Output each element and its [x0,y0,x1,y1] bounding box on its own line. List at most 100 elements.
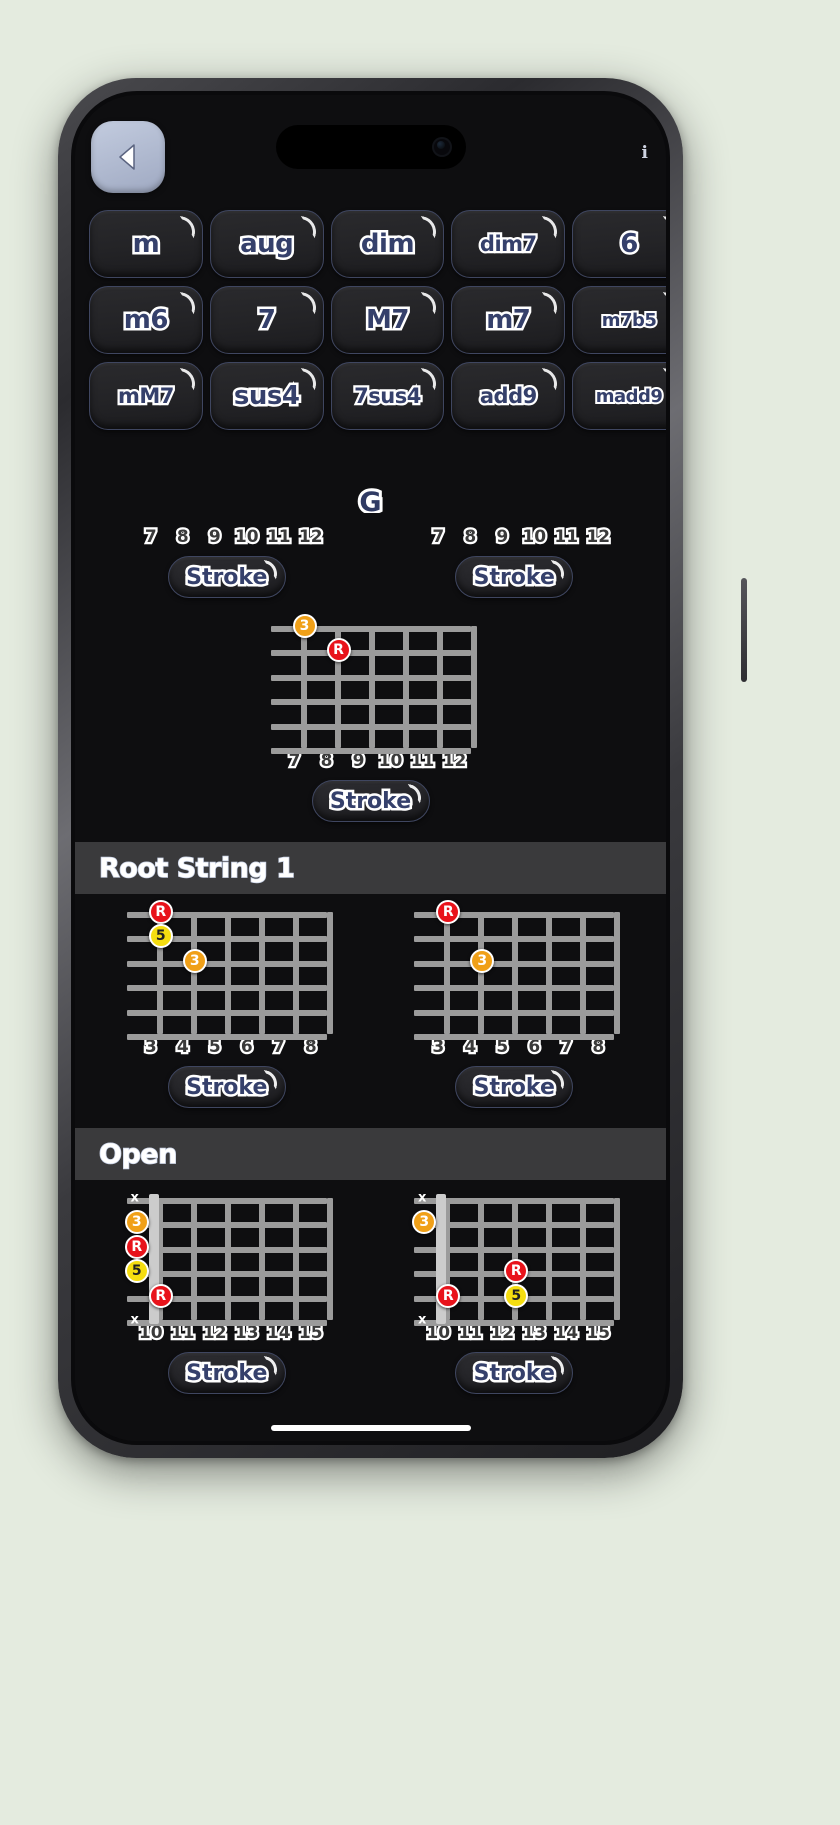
fretboard-diagram[interactable]: 3R5Rxx [412,1191,621,1328]
stroke-button[interactable]: Stroke [167,1066,286,1108]
fretboard-diagram[interactable]: 3R5Rxx [124,1191,333,1328]
section-header-label: Open [98,1138,178,1171]
stroke-button[interactable]: Stroke [167,556,286,598]
chord-type-label: m7b5 [600,308,659,333]
home-indicator[interactable] [270,1425,471,1431]
chord-type-button-aug[interactable]: aug [209,210,324,278]
chord-type-button-m[interactable]: m [89,210,203,278]
info-icon[interactable]: i [642,143,648,163]
fretboard-diagram[interactable]: 3R [270,614,477,754]
finger-dot-R[interactable]: R [148,900,173,924]
fret-line [478,912,485,1034]
fret-number-row: 7 8 9 10 11 12 [414,525,614,550]
chord-type-button-6[interactable]: 6 [572,210,666,278]
fret-number: 8 [175,525,191,550]
back-arrow-icon [119,144,135,170]
fret-number: 8 [590,1035,606,1060]
chord-type-button-sus4[interactable]: sus4 [209,362,324,430]
fret-number: 12 [488,1321,516,1346]
finger-dot-R[interactable]: R [436,1283,461,1308]
fret-line [224,912,231,1034]
fret-line [224,1198,231,1320]
chord-type-button-madd9[interactable]: madd9 [572,362,666,430]
fret-number: 7 [430,525,446,550]
finger-dot-3[interactable]: 3 [182,948,207,973]
fret-number: 12 [440,749,468,774]
finger-dot-5[interactable]: 5 [148,924,173,949]
chord-type-button-7[interactable]: 7 [209,286,324,354]
chord-type-button-dim[interactable]: dim [330,210,445,278]
fret-number: 7 [143,525,159,550]
chord-type-button-dim7[interactable]: dim7 [451,210,566,278]
fret-line [258,1198,265,1320]
stroke-button-label: Stroke [471,562,557,592]
fret-number: 8 [303,1035,319,1060]
stroke-button[interactable]: Stroke [167,1352,286,1394]
chord-type-label: mM7 [116,382,177,411]
chord-type-button-M7[interactable]: M7 [330,286,445,354]
fretboard-diagram[interactable]: R53 [126,900,333,1040]
fretboard-grid [414,912,621,1040]
finger-dot-3[interactable]: 3 [412,1210,437,1235]
diagram-column: 7 8 9 10 11 12 Stroke [371,525,659,598]
section-header-label: Root String 1 [98,852,295,885]
fret-number: 11 [552,525,580,550]
fret-number-row: 10 11 12 13 14 15 [414,1321,614,1346]
finger-dot-5[interactable]: 5 [124,1259,149,1284]
chord-app: i m aug dim dim7 6 m6 7 M7 m7 m7b5 mM7 sus4 7sus4 add… [75,95,666,1441]
chord-type-label: dim7 [478,230,540,259]
diagram-scroll-area[interactable]: 7 8 9 10 11 12 Stroke 7 8 9 10 11 12 Stroke 3 R 7 8 9 10 11 1… [75,513,666,1441]
section-body-partial-top: 7 8 9 10 11 12 Stroke 7 8 9 10 11 12 Stroke [75,513,666,608]
fret-line [546,912,553,1034]
finger-dot-R[interactable]: R [326,638,351,663]
finger-dot-3[interactable]: 3 [124,1210,149,1235]
chord-type-grid: m aug dim dim7 6 m6 7 M7 m7 m7b5 mM7 sus4 7sus4 add9 m… [85,210,666,430]
stroke-button[interactable]: Stroke [311,780,430,822]
fret-number: 14 [552,1321,580,1346]
back-button[interactable] [91,121,165,193]
chord-type-button-mM7[interactable]: mM7 [89,362,203,430]
fret-line [546,1198,553,1320]
muted-string-marker: x [130,1190,139,1206]
finger-dot-5[interactable]: 5 [504,1283,529,1308]
stroke-button[interactable]: Stroke [455,1066,574,1108]
chord-type-label: 7 [255,303,278,338]
chord-type-button-m7b5[interactable]: m7b5 [572,286,666,354]
finger-dot-3[interactable]: 3 [292,614,317,638]
stroke-button[interactable]: Stroke [455,1352,574,1394]
chord-type-button-add9[interactable]: add9 [451,362,566,430]
chord-type-button-7sus4[interactable]: 7sus4 [330,362,445,430]
fret-line [444,912,451,1034]
fret-line [190,1198,197,1320]
fret-number: 10 [137,1321,165,1346]
chord-type-label: add9 [478,382,540,411]
fretboard-diagram[interactable]: R3 [414,900,621,1040]
fret-line [580,1198,587,1320]
diagram-row: 3 R 5 Rx x 10 11 12 13 14 15 Stroke 3 R 5 Rx x 10 11 12 13 14… [75,1191,666,1394]
chord-type-button-m6[interactable]: m6 [89,286,203,354]
fret-number: 12 [201,1321,229,1346]
finger-dot-R[interactable]: R [148,1283,173,1308]
fretboard-grid [270,626,477,754]
section-header-root-string-1: Root String 1 [75,842,666,894]
diagram-column: R 5 3 3 4 5 6 7 8 Stroke [83,900,371,1108]
fret-number: 4 [175,1035,191,1060]
stroke-button-label: Stroke [184,1072,270,1102]
fret-number: 6 [239,1035,255,1060]
chord-type-label: sus4 [231,379,302,414]
finger-dot-R[interactable]: R [436,900,461,924]
fret-line [580,912,587,1034]
stroke-button[interactable]: Stroke [455,556,574,598]
fret-line [190,912,197,1034]
chord-type-button-m7[interactable]: m7 [451,286,566,354]
front-camera-icon [431,137,452,157]
power-button[interactable] [741,578,747,682]
fret-line [614,1198,621,1320]
diagram-column: 3 R 5 Rx x 10 11 12 13 14 15 Stroke [371,1191,659,1394]
fret-line [326,912,333,1034]
finger-dot-3[interactable]: 3 [470,948,495,973]
diagram-column: 7 8 9 10 11 12 Stroke [83,525,371,598]
fret-number: 11 [456,1321,484,1346]
finger-dot-R[interactable]: R [124,1234,149,1259]
finger-dot-R[interactable]: R [504,1259,529,1284]
